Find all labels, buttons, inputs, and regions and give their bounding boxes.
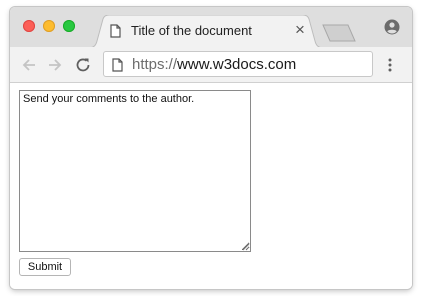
zoom-window-button[interactable] <box>63 20 75 32</box>
url-scheme: https:// <box>132 56 178 73</box>
document-icon <box>110 24 121 38</box>
new-tab-icon[interactable] <box>322 24 356 42</box>
menu-icon[interactable] <box>388 58 392 72</box>
back-arrow-icon[interactable] <box>20 56 38 74</box>
comments-textarea[interactable]: Send your comments to the author. <box>19 90 251 252</box>
url-host: www.w3docs.com <box>177 56 297 73</box>
minimize-window-button[interactable] <box>43 20 55 32</box>
close-window-button[interactable] <box>23 20 35 32</box>
reload-icon[interactable] <box>74 56 92 74</box>
address-bar[interactable]: https://www.w3docs.com <box>103 51 373 77</box>
submit-button[interactable]: Submit <box>19 258 71 276</box>
forward-arrow-icon[interactable] <box>46 56 64 74</box>
browser-window: Title of the document × https://www.w3do… <box>10 7 412 289</box>
page-icon <box>112 58 123 72</box>
profile-icon[interactable] <box>384 19 400 35</box>
tab-title: Title of the document <box>131 23 252 38</box>
browser-toolbar: https://www.w3docs.com <box>10 47 412 83</box>
tab-strip: Title of the document × <box>10 7 412 48</box>
tab-active[interactable]: Title of the document × <box>88 15 324 48</box>
close-icon[interactable]: × <box>295 21 305 39</box>
page-content: Send your comments to the author. Submit <box>10 84 412 289</box>
url-text: https://www.w3docs.com <box>132 56 296 73</box>
